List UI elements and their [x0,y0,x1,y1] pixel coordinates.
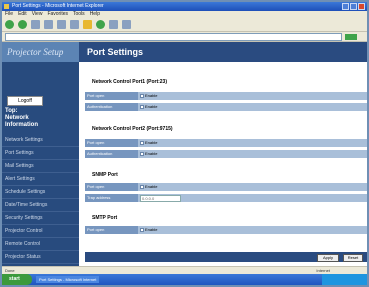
home-icon[interactable] [57,20,66,29]
nav-item-alert-settings[interactable]: Alert Settings [2,173,79,186]
row-label: Port open [85,139,138,147]
nav-heading-line: Network [5,115,29,121]
menu-edit[interactable]: Edit [18,11,27,18]
snmp-port-open-row: Port open Enable [85,183,367,191]
nav-item-schedule-settings[interactable]: Schedule Settings [2,186,79,199]
title-bar: Port Settings - Microsoft Internet Explo… [2,2,367,11]
back-icon[interactable] [5,20,14,29]
smtp-port-open-row: Port open Enable [85,226,367,234]
checkbox-label: Enable [145,93,158,98]
ie-icon [4,4,9,9]
checkbox-label: Enable [145,184,158,189]
favorites-icon[interactable] [83,20,92,29]
snmp-trap-address-row: Trap address 0.0.0.0 [85,194,367,202]
main-panel: Port Settings Network Control Port1 (Por… [79,42,367,266]
port2-port-open-row: Port open Enable [85,139,367,147]
menu-file[interactable]: File [5,11,13,18]
taskbar: start Port Settings - Microsoft Internet… [2,274,367,285]
nav-item-date-time-settings[interactable]: Date/Time Settings [2,199,79,212]
port1-port-open-row: Port open Enable [85,92,367,100]
window-title: Port Settings - Microsoft Internet Explo… [12,3,104,9]
history-icon[interactable] [96,20,105,29]
section-title-port1: Network Control Port1 (Port:23) [92,79,168,85]
menu-favorites[interactable]: Favorites [47,11,68,18]
logoff-button[interactable]: Logoff [7,96,43,106]
checkbox-label: Enable [145,151,158,156]
apply-button[interactable]: Apply [317,254,339,262]
button-bar: Apply Reset [85,252,367,262]
row-label: Port open [85,92,138,100]
nav-item-projector-status[interactable]: Projector Status [2,251,79,264]
status-text: Done [5,268,15,273]
smtp-open-checkbox[interactable] [140,228,144,232]
row-label: Trap address [85,194,138,202]
page-content: Projector Setup Logoff Top: Network Info… [2,42,367,266]
checkbox-label: Enable [145,104,158,109]
search-icon[interactable] [70,20,79,29]
trap-address-input[interactable]: 0.0.0.0 [140,194,181,202]
menu-help[interactable]: Help [90,11,100,18]
close-button[interactable] [358,3,365,10]
nav-item-port-settings[interactable]: Port Settings [2,147,79,160]
menu-view[interactable]: View [32,11,43,18]
nav-item-security-settings[interactable]: Security Settings [2,212,79,225]
mail-icon[interactable] [109,20,118,29]
stop-icon[interactable] [31,20,40,29]
checkbox-label: Enable [145,227,158,232]
port2-open-checkbox[interactable] [140,141,144,145]
section-title-smtp: SMTP Port [92,215,118,221]
refresh-icon[interactable] [44,20,53,29]
menu-bar: File Edit View Favorites Tools Help [2,11,367,18]
go-button[interactable] [345,33,357,40]
row-label: Authentication [85,103,138,111]
nav-item-mail-settings[interactable]: Mail Settings [2,160,79,173]
maximize-button[interactable] [350,3,357,10]
port2-auth-checkbox[interactable] [140,152,144,156]
page-title: Port Settings [79,42,367,62]
section-title-snmp: SNMP Port [92,172,118,178]
address-bar [2,32,367,42]
nav-heading[interactable]: Top: Network Information [5,108,38,129]
logo: Projector Setup [2,42,79,62]
port1-auth-row: Authentication Enable [85,103,367,111]
nav-heading-line: Top: [5,108,18,114]
checkbox-label: Enable [145,140,158,145]
system-tray [322,274,367,285]
browser-window: Port Settings - Microsoft Internet Explo… [2,2,367,285]
nav-item-remote-control[interactable]: Remote Control [2,238,79,251]
minimize-button[interactable] [342,3,349,10]
nav-item-network-settings[interactable]: Network Settings [2,134,79,147]
port1-open-checkbox[interactable] [140,94,144,98]
row-label: Authentication [85,150,138,158]
forward-icon[interactable] [18,20,27,29]
nav-heading-line: Information [5,122,38,128]
row-label: Port open [85,183,138,191]
row-label: Port open [85,226,138,234]
snmp-open-checkbox[interactable] [140,185,144,189]
reset-button[interactable]: Reset [343,254,363,262]
taskbar-item[interactable]: Port Settings - Microsoft Internet Explo… [36,276,99,285]
sidebar: Projector Setup Logoff Top: Network Info… [2,42,79,266]
section-title-port2: Network Control Port2 (Port:9715) [92,126,173,132]
port2-auth-row: Authentication Enable [85,150,367,158]
start-button[interactable]: start [2,274,32,285]
nav-list: Network Settings Port Settings Mail Sett… [2,134,79,264]
port1-auth-checkbox[interactable] [140,105,144,109]
nav-item-projector-control[interactable]: Projector Control [2,225,79,238]
menu-tools[interactable]: Tools [73,11,85,18]
address-input[interactable] [5,32,342,41]
toolbar [2,18,367,32]
print-icon[interactable] [122,20,131,29]
